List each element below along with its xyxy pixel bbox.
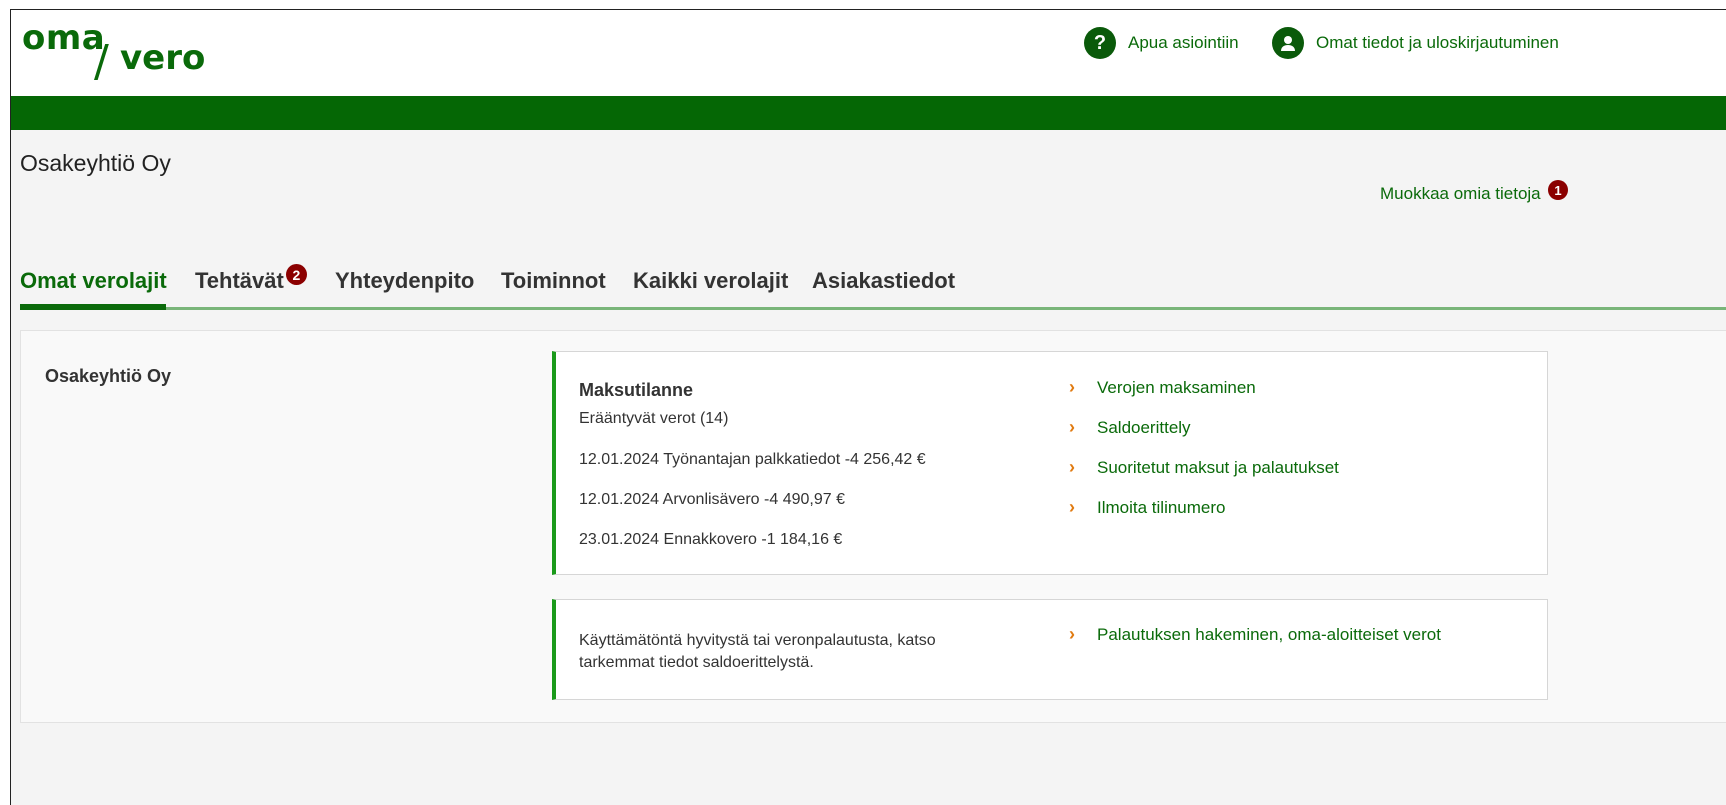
link-label: Palautuksen hakeminen, oma-aloitteiset v… bbox=[1097, 624, 1441, 644]
tasks-count-badge: 2 bbox=[285, 264, 307, 285]
logo-vero: vero bbox=[120, 38, 206, 78]
edit-info-badge: 1 bbox=[1548, 180, 1568, 200]
link-label: Verojen maksaminen bbox=[1097, 377, 1256, 397]
app-frame: oma / vero ? Apua asiointiin Omat tiedot… bbox=[10, 9, 1726, 805]
tabs-underline bbox=[20, 307, 1726, 310]
refund-info-text: Käyttämätöntä hyvitystä tai veronpalautu… bbox=[579, 632, 936, 671]
link-ilmoita-tilinumero[interactable]: › Ilmoita tilinumero bbox=[1069, 497, 1226, 518]
question-circle-icon: ? bbox=[1084, 27, 1116, 59]
tab-tehtavat[interactable]: Tehtävät 2 bbox=[195, 264, 307, 294]
link-label: Suoritetut maksut ja palautukset bbox=[1097, 457, 1339, 477]
profile-link[interactable]: Omat tiedot ja uloskirjautuminen bbox=[1272, 26, 1559, 60]
tab-kaikki-verolajit[interactable]: Kaikki verolajit bbox=[633, 268, 788, 294]
edit-own-info-link[interactable]: Muokkaa omia tietoja bbox=[1380, 184, 1541, 204]
due-tax-item: 12.01.2024 Työnantajan palkkatiedot -4 2… bbox=[579, 451, 926, 468]
due-tax-item: 23.01.2024 Ennakkovero -1 184,16 € bbox=[579, 531, 843, 548]
due-taxes-count: Erääntyvät verot (14) bbox=[579, 410, 729, 427]
tab-tehtavat-label: Tehtävät bbox=[195, 268, 284, 293]
logo-slash: / bbox=[94, 36, 109, 87]
chevron-right-icon: › bbox=[1069, 457, 1075, 477]
link-suoritetut-maksut[interactable]: › Suoritetut maksut ja palautukset bbox=[1069, 457, 1339, 478]
header-green-bar bbox=[11, 96, 1726, 130]
chevron-right-icon: › bbox=[1069, 417, 1075, 437]
panel-company-name: Osakeyhtiö Oy bbox=[45, 366, 172, 386]
page-title: Osakeyhtiö Oy bbox=[20, 150, 171, 176]
link-label: Ilmoita tilinumero bbox=[1097, 497, 1226, 517]
chevron-right-icon: › bbox=[1069, 624, 1075, 644]
link-palautuksen-hakeminen[interactable]: › Palautuksen hakeminen, oma-aloitteiset… bbox=[1069, 624, 1441, 645]
tab-yhteydenpito[interactable]: Yhteydenpito bbox=[335, 268, 474, 294]
site-header: oma / vero ? Apua asiointiin Omat tiedot… bbox=[11, 10, 1726, 96]
link-verojen-maksaminen[interactable]: › Verojen maksaminen bbox=[1069, 377, 1256, 398]
chevron-right-icon: › bbox=[1069, 497, 1075, 517]
payment-status-heading: Maksutilanne bbox=[579, 380, 694, 400]
omavero-logo[interactable]: oma / vero bbox=[22, 16, 222, 87]
tab-toiminnot[interactable]: Toiminnot bbox=[501, 268, 606, 294]
due-tax-item: 12.01.2024 Arvonlisävero -4 490,97 € bbox=[579, 491, 845, 508]
link-saldoerittely[interactable]: › Saldoerittely bbox=[1069, 417, 1191, 438]
profile-link-label: Omat tiedot ja uloskirjautuminen bbox=[1316, 33, 1559, 52]
active-tab-indicator bbox=[20, 304, 166, 310]
tab-asiakastiedot[interactable]: Asiakastiedot bbox=[812, 268, 955, 294]
logo-oma: oma bbox=[22, 18, 106, 58]
tab-omat-verolajit[interactable]: Omat verolajit bbox=[20, 268, 167, 294]
link-label: Saldoerittely bbox=[1097, 417, 1191, 437]
help-link[interactable]: ? Apua asiointiin bbox=[1084, 26, 1239, 60]
chevron-right-icon: › bbox=[1069, 377, 1075, 397]
user-circle-icon bbox=[1272, 27, 1304, 59]
help-link-label: Apua asiointiin bbox=[1128, 33, 1239, 52]
